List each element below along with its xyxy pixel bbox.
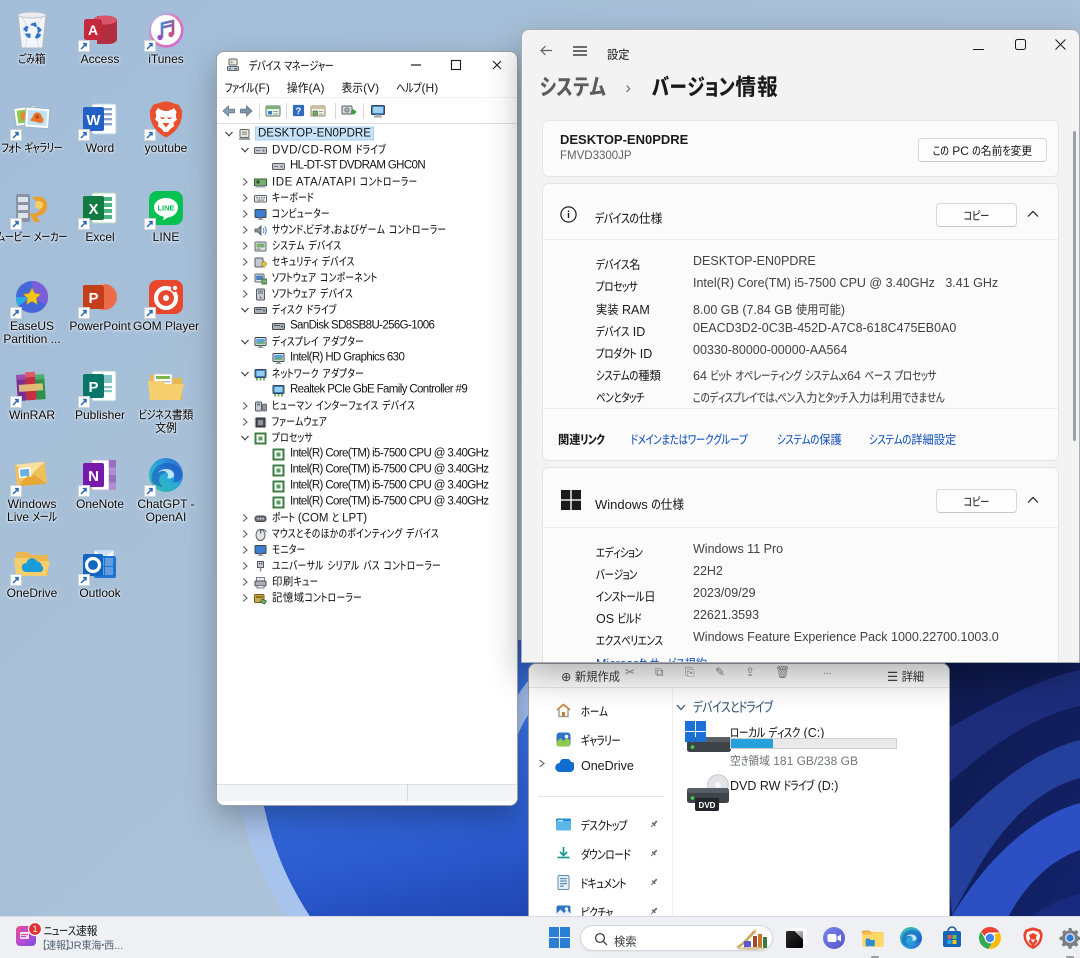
svg-text:P: P <box>88 290 98 307</box>
svg-text:LINE: LINE <box>157 204 174 213</box>
svg-text:DVD: DVD <box>699 801 716 810</box>
svg-text:P: P <box>88 379 98 396</box>
svg-text:N: N <box>88 468 99 485</box>
svg-text:W: W <box>86 112 101 129</box>
svg-text:X: X <box>88 201 98 218</box>
svg-text:A: A <box>88 22 98 38</box>
svg-text:1: 1 <box>32 924 37 934</box>
svg-text:?: ? <box>296 106 302 116</box>
